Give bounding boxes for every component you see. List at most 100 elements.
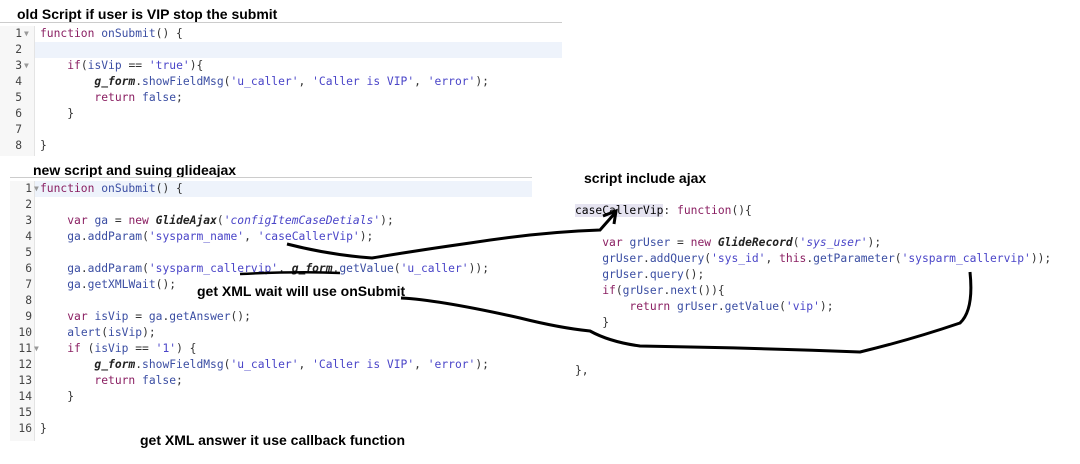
code-token: isVip bbox=[94, 310, 129, 323]
code-token: , bbox=[298, 358, 313, 371]
code-token: ( bbox=[80, 342, 95, 355]
line-number: 1 bbox=[25, 182, 32, 195]
code-token: 'true' bbox=[148, 59, 190, 72]
new-script-editor[interactable]: 1 ▼ function onSubmit() {2 3 var ga = new G… bbox=[10, 181, 532, 441]
code-token: . bbox=[643, 268, 650, 281]
code-token: ; bbox=[176, 374, 183, 387]
code-token: onSubmit bbox=[101, 182, 156, 195]
code-token: }, bbox=[575, 364, 589, 377]
line-number: 7 bbox=[15, 123, 22, 136]
fold-toggle-icon[interactable]: ▼ bbox=[24, 26, 29, 42]
code-token: } bbox=[40, 422, 47, 435]
line-number: 1 bbox=[15, 27, 22, 40]
line-number: 4 bbox=[25, 230, 32, 243]
code-line: 2 bbox=[10, 197, 532, 213]
code-token: isVip bbox=[87, 59, 122, 72]
line-number: 4 bbox=[15, 75, 22, 88]
code-token: if bbox=[67, 59, 81, 72]
fold-toggle-icon[interactable]: ▼ bbox=[34, 181, 39, 197]
line-number: 15 bbox=[18, 406, 32, 419]
code-token: var bbox=[67, 310, 95, 323]
code-line: 6 ga.addParam('sysparm_callervip', g_for… bbox=[10, 261, 532, 277]
code-line: 8} bbox=[0, 138, 562, 154]
line-number: 14 bbox=[18, 390, 32, 403]
annotation-xml-answer: get XML answer it use callback function bbox=[140, 432, 406, 448]
code-token: 'sysparm_callervip' bbox=[901, 252, 1031, 265]
code-token: getValue bbox=[724, 300, 780, 313]
code-token: = bbox=[670, 236, 691, 249]
code-token: = bbox=[108, 214, 129, 227]
code-token: = bbox=[128, 310, 149, 323]
code-token: )); bbox=[1030, 252, 1052, 265]
code-line: 1 ▼ function onSubmit() { bbox=[0, 26, 562, 42]
code-token: } bbox=[575, 316, 610, 329]
code-token: ( bbox=[142, 262, 149, 275]
code-token: ){ bbox=[189, 59, 204, 72]
line-number: 11 bbox=[18, 342, 32, 355]
code-token: 'Caller is VIP' bbox=[312, 358, 415, 371]
code-token: 'configItemCaseDetials' bbox=[223, 214, 381, 227]
divider bbox=[0, 22, 562, 23]
line-number: 2 bbox=[25, 198, 32, 211]
code-token: ga bbox=[94, 214, 109, 227]
line-number: 3 bbox=[15, 59, 22, 72]
code-token: . bbox=[717, 300, 725, 313]
code-token: '1' bbox=[155, 342, 177, 355]
code-line: } bbox=[575, 315, 1075, 331]
code-line: 3 ▼ if(isVip == 'true'){ bbox=[0, 58, 562, 74]
code-line: caseCallerVip: function(){ bbox=[575, 203, 1075, 219]
code-token: 'sys_user' bbox=[799, 236, 868, 249]
code-token: . bbox=[80, 278, 88, 291]
code-line: 13 return false; bbox=[10, 373, 532, 389]
code-token: (){ bbox=[731, 204, 752, 217]
old-script-editor[interactable]: 1 ▼ function onSubmit() {2 3 ▼ if(isVip == '… bbox=[0, 26, 562, 156]
code-token: ()){ bbox=[697, 284, 725, 297]
code-line: 3 var ga = new GlideAjax('configItemCase… bbox=[10, 213, 532, 229]
code-token: g_form bbox=[291, 262, 333, 275]
code-token: ( bbox=[216, 214, 224, 227]
code-token: new bbox=[128, 214, 156, 227]
heading-new-script: new script and suing glideajax bbox=[33, 162, 237, 178]
code-token: ga bbox=[67, 262, 81, 275]
line-number: 5 bbox=[25, 246, 32, 259]
heading-script-include: script include ajax bbox=[584, 170, 707, 186]
code-token: 'error' bbox=[427, 358, 476, 371]
code-token: 'sysparm_name' bbox=[148, 230, 245, 243]
script-include-code[interactable]: caseCallerVip: function(){ var grUser = … bbox=[575, 203, 1075, 383]
code-token: grUser bbox=[602, 268, 644, 281]
code-token: () { bbox=[155, 182, 183, 195]
fold-toggle-icon[interactable]: ▼ bbox=[24, 58, 29, 74]
code-token: false bbox=[142, 374, 177, 387]
code-line: 1 ▼ function onSubmit() { bbox=[10, 181, 532, 197]
code-token: alert bbox=[67, 326, 102, 339]
code-token: (); bbox=[683, 268, 705, 281]
fold-toggle-icon[interactable]: ▼ bbox=[34, 341, 39, 357]
code-token: g_form bbox=[94, 358, 136, 371]
code-token: isVip bbox=[94, 342, 129, 355]
code-token: query bbox=[649, 268, 684, 281]
code-token: ( bbox=[894, 252, 902, 265]
code-token: var bbox=[67, 214, 95, 227]
code-token: this bbox=[779, 252, 807, 265]
code-line: 9 var isVip = ga.getAnswer(); bbox=[10, 309, 532, 325]
line-number: 10 bbox=[18, 326, 32, 339]
line-number: 8 bbox=[15, 139, 22, 152]
code-token: addParam bbox=[87, 230, 143, 243]
code-token: ( bbox=[615, 284, 623, 297]
code-line: 11 ▼ if (isVip == '1') { bbox=[10, 341, 532, 357]
code-token: addParam bbox=[87, 262, 143, 275]
code-token: ga bbox=[148, 310, 163, 323]
code-token: == bbox=[121, 59, 149, 72]
code-token: } bbox=[40, 390, 75, 403]
code-token: grUser bbox=[622, 284, 664, 297]
